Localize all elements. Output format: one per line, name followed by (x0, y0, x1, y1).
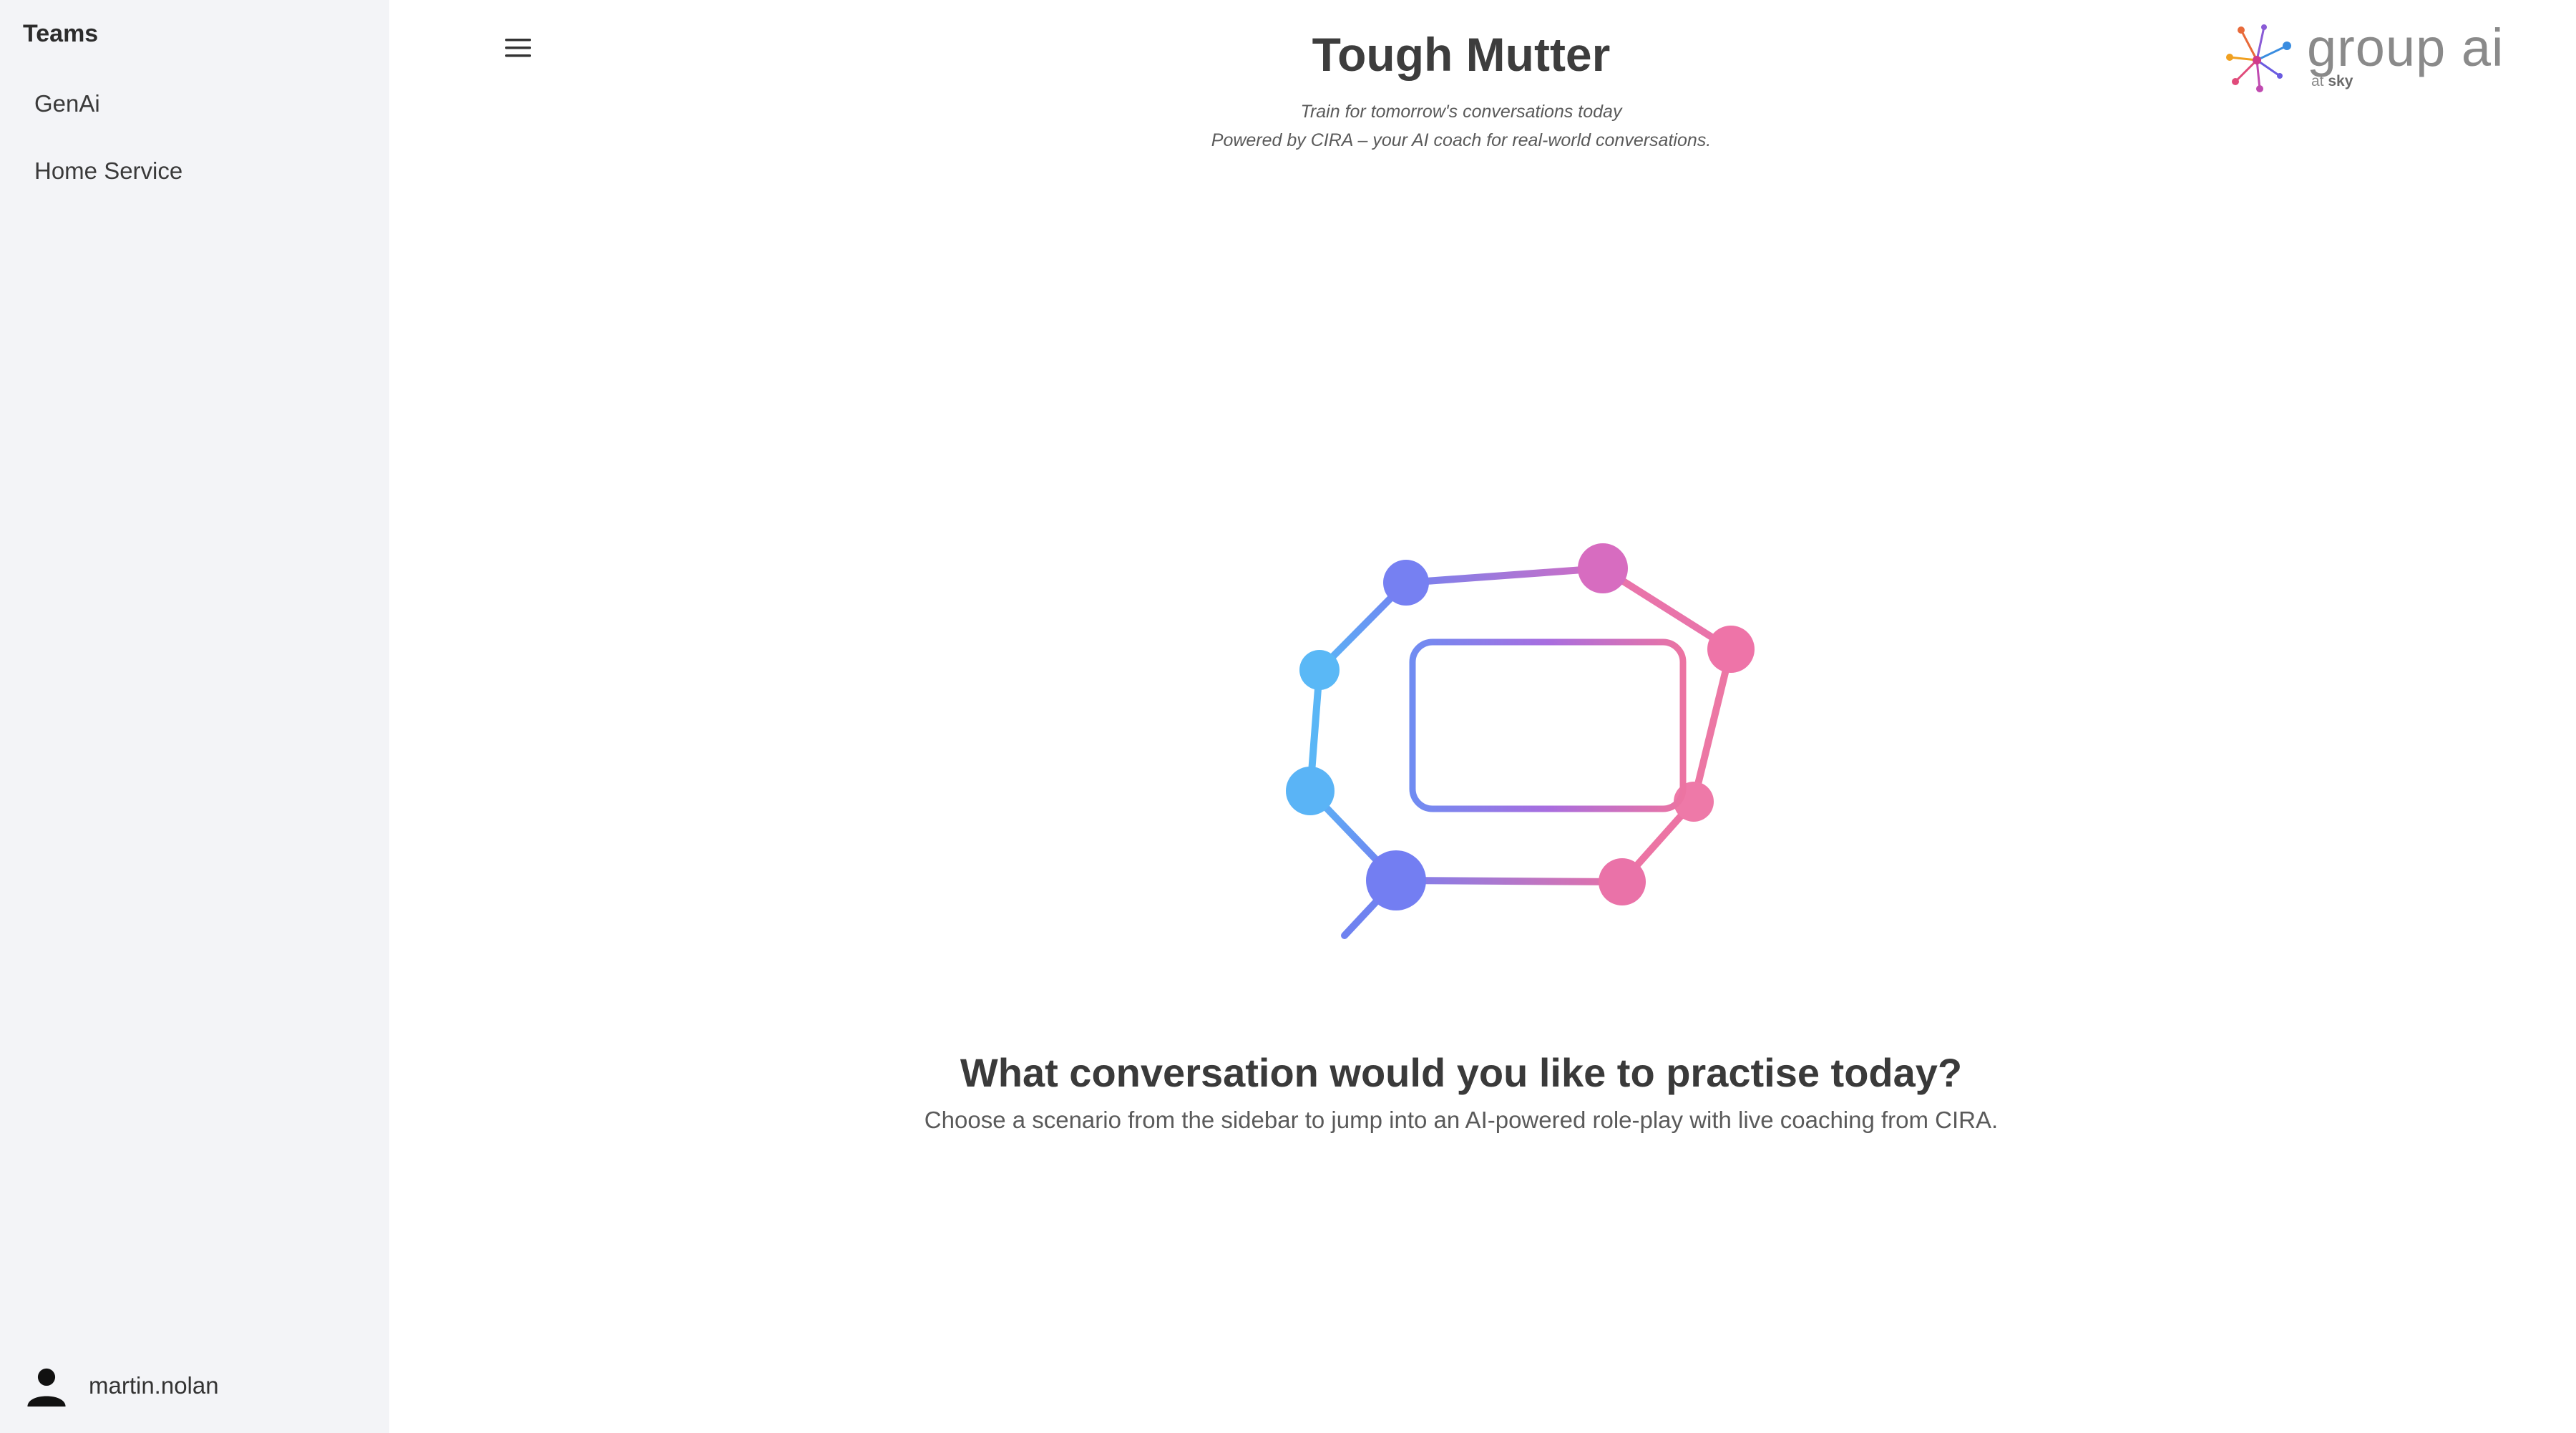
brand-logo: group ai at sky (2221, 21, 2536, 100)
prompt-subtitle: Choose a scenario from the sidebar to ju… (924, 1107, 1999, 1133)
tagline-secondary: Powered by CIRA – your AI coach for real… (1211, 130, 1712, 150)
tagline-primary: Train for tomorrow's conversations today (1300, 102, 1622, 122)
brand-sub-name: sky (2328, 73, 2353, 89)
group-ai-logo-mark (2226, 24, 2291, 92)
user-name: martin.nolan (89, 1372, 219, 1399)
cira-voice-emblem (1262, 530, 1792, 952)
prompt-title: What conversation would you like to prac… (960, 1050, 1963, 1095)
sidebar: Teams GenAi Home Service martin.nolan (0, 0, 389, 1433)
brand-name: group ai (2307, 18, 2504, 77)
brand-sub-prefix: at (2311, 73, 2324, 89)
brand-subtitle: at sky (2311, 73, 2353, 90)
sidebar-heading: Teams (23, 20, 99, 47)
sidebar-item-home-service[interactable]: Home Service (34, 157, 182, 185)
main-content: Tough Mutter Train for tomorrow's conver… (389, 0, 2576, 1433)
user-account[interactable]: martin.nolan (26, 1360, 219, 1412)
app-window: Teams GenAi Home Service martin.nolan To… (0, 0, 2576, 1433)
user-avatar-icon (26, 1365, 67, 1407)
sidebar-item-genai[interactable]: GenAi (34, 90, 100, 117)
